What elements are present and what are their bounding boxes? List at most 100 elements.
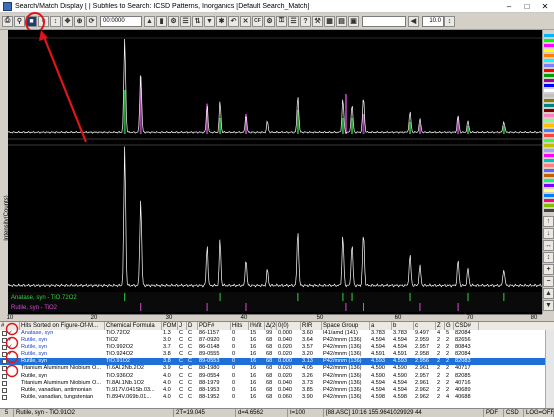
- color-swatch[interactable]: [544, 179, 554, 182]
- tools-icon[interactable]: ⚒: [312, 15, 323, 27]
- book-icon[interactable]: ☰: [288, 15, 299, 27]
- cf-icon[interactable]: CF: [252, 15, 263, 27]
- color-swatch[interactable]: [544, 94, 554, 97]
- status-log[interactable]: LOG=OFF: [524, 409, 554, 417]
- color-swatch[interactable]: [544, 139, 554, 142]
- table-row[interactable]: ✓ Rutile, syn TiO2 3.0 C C 87-0920 0 16 68 0.040 3.…: [0, 337, 545, 344]
- pattern-dropdown[interactable]: 00:0000: [100, 15, 142, 27]
- filter-icon[interactable]: ▼: [204, 15, 215, 27]
- lock-icon[interactable]: ⚿: [276, 15, 287, 27]
- table-row[interactable]: ✓ Anatase, syn TiO.72O2 1.3 C C 86-1157 0 15 99 0.…: [0, 330, 545, 337]
- row-cell-ifit: 16: [250, 344, 257, 351]
- color-swatch[interactable]: [544, 104, 554, 107]
- color-swatch[interactable]: [544, 109, 554, 112]
- tool-button[interactable]: +: [543, 264, 554, 275]
- row-checkbox[interactable]: [0, 380, 20, 387]
- color-swatch[interactable]: [544, 199, 554, 202]
- options-dropdown[interactable]: [362, 15, 406, 27]
- tool-button[interactable]: ▼: [543, 300, 554, 311]
- chart-icon[interactable]: ▤: [336, 15, 347, 27]
- color-swatch[interactable]: [544, 49, 554, 52]
- color-swatch[interactable]: [544, 89, 554, 92]
- color-swatch[interactable]: [544, 124, 554, 127]
- color-swatch[interactable]: [544, 149, 554, 152]
- color-swatch[interactable]: [544, 209, 554, 212]
- color-swatch[interactable]: [544, 119, 554, 122]
- tool-button[interactable]: ▲: [543, 288, 554, 299]
- color-swatch[interactable]: [544, 84, 554, 87]
- scale-icon[interactable]: ⚙: [168, 15, 179, 27]
- color-swatch[interactable]: [544, 129, 554, 132]
- row-cell-sg: P42/mnm (136): [323, 365, 362, 372]
- color-swatch[interactable]: [544, 74, 554, 77]
- window-icon[interactable]: ▣: [348, 15, 359, 27]
- search-icon[interactable]: ⚲: [14, 15, 25, 27]
- settings-icon[interactable]: ⚙: [264, 15, 275, 27]
- tool-button[interactable]: ↓: [543, 228, 554, 239]
- print-icon[interactable]: ⎙: [2, 15, 13, 27]
- color-swatch[interactable]: [544, 144, 554, 147]
- color-swatch[interactable]: [544, 39, 554, 42]
- color-swatch[interactable]: [544, 159, 554, 162]
- table-row[interactable]: Rutile, vanadian, antimonian Ti.917V.041S…: [0, 387, 545, 394]
- table-row[interactable]: ✓ Rutile, syn TiO.992O2 3.7 C C 86-0148 0 16 68 0.…: [0, 344, 545, 351]
- color-swatch[interactable]: [544, 44, 554, 47]
- sort-icon[interactable]: ⇅: [192, 15, 203, 27]
- star-icon[interactable]: ✱: [216, 15, 227, 27]
- plot-area[interactable]: Anatase, syn - TiO.72O2 Rutile, syn - Ti…: [7, 30, 543, 314]
- arrow-left-icon[interactable]: ◀: [408, 15, 419, 27]
- color-swatch[interactable]: [544, 154, 554, 157]
- row-cell-j: C: [179, 379, 184, 386]
- table-row[interactable]: Rutile, syn TiO.91O2 3.8 C C 89-0553 0 16 68 0.00…: [0, 358, 545, 366]
- spin-icon[interactable]: ↕: [444, 15, 455, 27]
- status-pdf[interactable]: PDF: [484, 409, 504, 417]
- row-cell-name: Titanium Aluminum Niobium O...: [21, 365, 101, 372]
- color-swatch[interactable]: [544, 69, 554, 72]
- tool-button[interactable]: −: [543, 276, 554, 287]
- color-swatch[interactable]: [544, 164, 554, 167]
- tool-button[interactable]: ↔: [543, 240, 554, 251]
- minimize-button[interactable]: –: [500, 0, 518, 13]
- row-cell-fom: 3.9: [163, 365, 171, 372]
- zoom-icon[interactable]: ⊕: [74, 15, 85, 27]
- color-swatch[interactable]: [544, 134, 554, 137]
- row-checkbox[interactable]: [0, 394, 20, 401]
- maximize-button[interactable]: □: [518, 0, 536, 13]
- color-swatch[interactable]: [544, 194, 554, 197]
- list-icon[interactable]: ☰: [180, 15, 191, 27]
- tool-button[interactable]: ↑: [543, 216, 554, 227]
- table-row[interactable]: ✓ Rutile, syn TiO.924O2 3.8 C C 89-0555 0 16 68 0.…: [0, 351, 545, 358]
- color-swatch[interactable]: [544, 59, 554, 62]
- color-swatch[interactable]: [544, 169, 554, 172]
- color-swatch[interactable]: [544, 174, 554, 177]
- table-row[interactable]: Rutile, syn TiO.936O2 4.0 C C 89-0554 0 16 68 0.0…: [0, 373, 545, 380]
- tool-button[interactable]: ↕: [543, 252, 554, 263]
- color-swatch[interactable]: [544, 204, 554, 207]
- color-swatch[interactable]: [544, 184, 554, 187]
- rescale-icon[interactable]: ↕: [50, 15, 61, 27]
- status-selected: Rutile, syn - TiO.91O2: [14, 409, 174, 417]
- bars-icon[interactable]: ▮: [156, 15, 167, 27]
- color-swatch[interactable]: [544, 64, 554, 67]
- refresh-icon[interactable]: ⟳: [86, 15, 97, 27]
- color-swatch[interactable]: [544, 34, 554, 37]
- color-swatch[interactable]: [544, 79, 554, 82]
- close-button[interactable]: ✕: [536, 0, 554, 13]
- move-icon[interactable]: ✥: [62, 15, 73, 27]
- table-row[interactable]: Rutile, vanadian, tungstenian Ti.894V.069…: [0, 394, 545, 401]
- delete-icon[interactable]: ✕: [240, 15, 251, 27]
- table-scrollbar[interactable]: [545, 330, 554, 408]
- table-row[interactable]: Titanium Aluminum Niobium O... Ti.8Al.1Nb…: [0, 380, 545, 387]
- color-swatch[interactable]: [544, 54, 554, 57]
- help-icon[interactable]: ?: [300, 15, 311, 27]
- table-row[interactable]: Titanium Aluminum Niobium O... Ti.6Al.2Nb…: [0, 365, 545, 372]
- color-swatch[interactable]: [544, 99, 554, 102]
- row-checkbox[interactable]: [0, 387, 20, 394]
- color-swatch[interactable]: [544, 114, 554, 117]
- zoom-field[interactable]: 10.0: [422, 15, 444, 27]
- grid-icon[interactable]: ▦: [324, 15, 335, 27]
- undo-icon[interactable]: ↶: [228, 15, 239, 27]
- status-csd[interactable]: CSD: [504, 409, 524, 417]
- peak-icon[interactable]: ▲: [144, 15, 155, 27]
- color-swatch[interactable]: [544, 189, 554, 192]
